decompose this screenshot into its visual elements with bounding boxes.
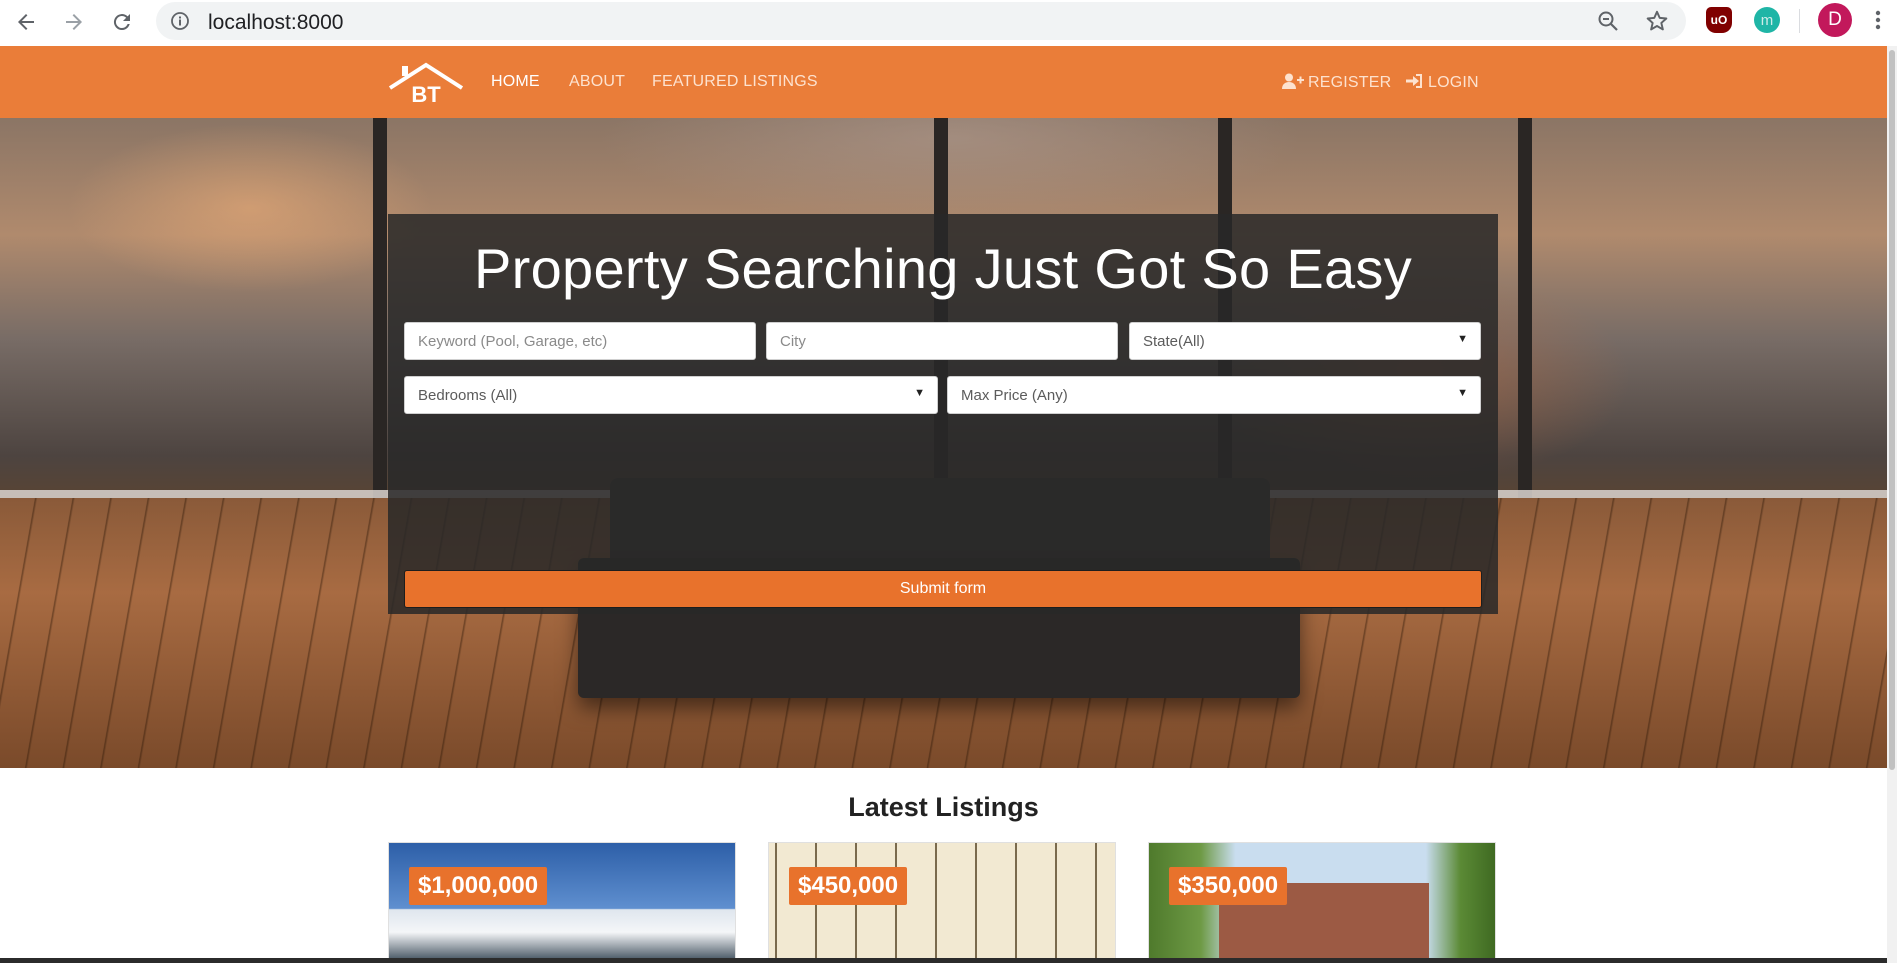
address-bar[interactable]: localhost:8000 xyxy=(156,2,1686,40)
m-extension-icon[interactable]: m xyxy=(1754,7,1780,33)
window-frame xyxy=(1518,118,1532,498)
nav-featured-listings-link[interactable]: FEATURED LISTINGS xyxy=(652,73,818,91)
hero-showcase: Property Searching Just Got So Easy Keyw… xyxy=(0,118,1887,768)
brand-logo[interactable]: BT xyxy=(388,62,464,107)
register-link[interactable]: REGISTER xyxy=(1282,73,1391,94)
submit-button[interactable]: Submit form xyxy=(404,570,1482,608)
login-link[interactable]: LOGIN xyxy=(1406,73,1479,94)
window-frame xyxy=(373,118,387,498)
search-panel: Property Searching Just Got So Easy Keyw… xyxy=(388,214,1498,614)
bookmark-star-icon[interactable] xyxy=(1644,8,1670,39)
listing-card[interactable]: $450,000 xyxy=(768,842,1116,963)
latest-listings-title: Latest Listings xyxy=(848,792,1039,822)
dropdown-caret-icon: ▼ xyxy=(1457,387,1468,399)
forward-button[interactable] xyxy=(56,4,92,40)
listing-card[interactable]: $350,000 xyxy=(1148,842,1496,963)
ublock-extension-icon[interactable]: uO xyxy=(1706,7,1732,33)
max-price-select[interactable]: Max Price (Any) ▼ xyxy=(947,376,1481,414)
profile-avatar[interactable]: D xyxy=(1818,3,1852,37)
dropdown-caret-icon: ▼ xyxy=(1457,333,1468,345)
sign-in-icon xyxy=(1406,73,1424,94)
site-info-icon[interactable] xyxy=(170,11,190,36)
dropdown-caret-icon: ▼ xyxy=(914,387,925,399)
back-button[interactable] xyxy=(8,4,44,40)
browser-toolbar: localhost:8000 uO m D xyxy=(0,0,1897,46)
nav-about-link[interactable]: ABOUT xyxy=(569,73,625,91)
nav-home-link[interactable]: HOME xyxy=(491,73,540,91)
url-text[interactable]: localhost:8000 xyxy=(208,11,343,35)
listing-card[interactable]: $1,000,000 xyxy=(388,842,736,963)
listing-price-badge: $1,000,000 xyxy=(409,867,548,905)
bedrooms-select[interactable]: Bedrooms (All) ▼ xyxy=(404,376,938,414)
reload-icon xyxy=(113,14,130,31)
reload-button[interactable] xyxy=(104,4,140,40)
register-label: REGISTER xyxy=(1308,74,1392,91)
login-label: LOGIN xyxy=(1428,74,1479,91)
brand-text: BT xyxy=(411,82,441,106)
forward-arrow-icon xyxy=(66,14,82,30)
house-logo-icon: BT xyxy=(388,62,464,107)
max-price-select-value: Max Price (Any) xyxy=(961,387,1068,404)
scrollbar-thumb[interactable] xyxy=(1889,50,1895,770)
keyword-input[interactable]: Keyword (Pool, Garage, etc) xyxy=(404,322,756,360)
state-select-value: State(All) xyxy=(1143,333,1205,350)
zoom-icon[interactable] xyxy=(1596,9,1620,38)
city-input[interactable]: City xyxy=(766,322,1118,360)
browser-menu-icon[interactable] xyxy=(1870,6,1886,39)
search-title: Property Searching Just Got So Easy xyxy=(473,237,1413,300)
taskbar-edge xyxy=(0,958,1887,963)
page-scrollbar[interactable] xyxy=(1887,46,1897,963)
back-arrow-icon xyxy=(18,14,34,30)
toolbar-divider xyxy=(1799,9,1800,33)
state-select[interactable]: State(All) ▼ xyxy=(1129,322,1481,360)
user-plus-icon xyxy=(1282,73,1304,94)
listing-price-badge: $450,000 xyxy=(789,867,908,905)
site-navbar: BT HOME ABOUT FEATURED LISTINGS REGISTER… xyxy=(0,46,1887,118)
bedrooms-select-value: Bedrooms (All) xyxy=(418,387,518,404)
listing-price-badge: $350,000 xyxy=(1169,867,1288,905)
